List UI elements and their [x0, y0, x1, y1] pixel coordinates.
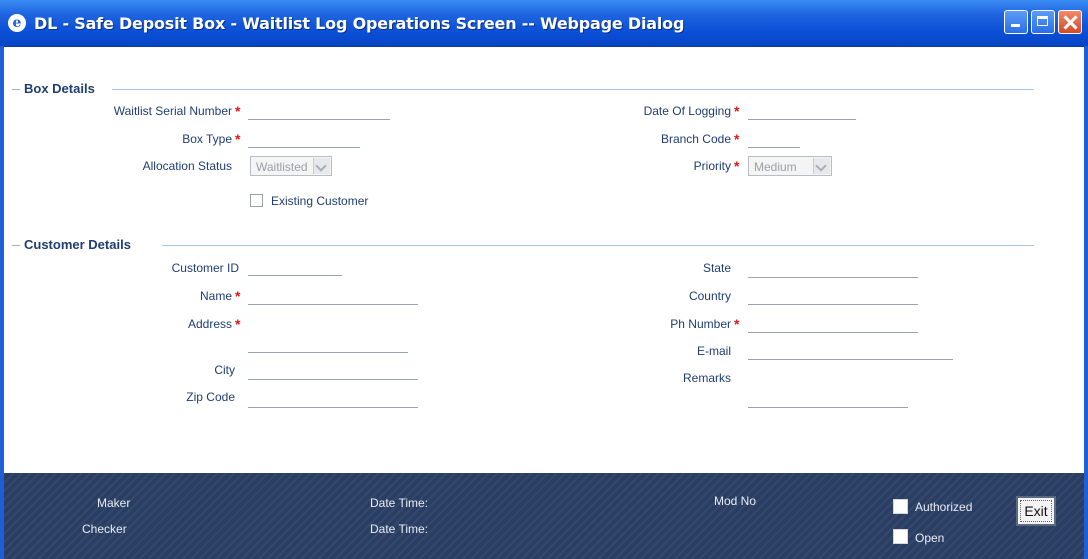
state-label: State	[702, 261, 731, 275]
required-marker: *	[235, 316, 241, 332]
remarks-label: Remarks	[682, 371, 731, 385]
state-input[interactable]	[748, 261, 918, 278]
checker-date-time-label: Date Time:	[370, 522, 429, 536]
priority-value: Medium	[754, 160, 797, 174]
ph-number-input[interactable]	[748, 316, 918, 333]
required-marker: *	[734, 316, 740, 332]
authorized-label: Authorized	[915, 500, 973, 514]
window-frame-right	[1084, 46, 1088, 559]
branch-code-input[interactable]	[748, 131, 800, 148]
ph-number-label: Ph Number	[670, 317, 731, 331]
priority-select[interactable]: Medium	[748, 156, 832, 176]
existing-customer-label: Existing Customer	[271, 194, 369, 208]
chevron-down-icon	[813, 158, 830, 174]
waitlist-serial-number-label: Waitlist Serial Number	[113, 104, 232, 118]
branch-code-label: Branch Code	[660, 132, 731, 146]
existing-customer-checkbox[interactable]	[250, 194, 263, 207]
date-of-logging-label: Date Of Logging	[643, 104, 731, 118]
box-details-divider	[112, 89, 1034, 90]
audit-footer	[4, 473, 1084, 559]
required-marker: *	[734, 103, 740, 119]
required-marker: *	[235, 131, 241, 147]
remarks-input[interactable]	[748, 391, 908, 408]
city-label: City	[214, 363, 235, 377]
zip-code-label: Zip Code	[186, 390, 235, 404]
date-of-logging-input[interactable]	[748, 103, 856, 120]
authorized-checkbox[interactable]	[893, 499, 908, 514]
allocation-status-value: Waitlisted	[256, 160, 308, 174]
priority-label: Priority	[693, 159, 731, 173]
required-marker: *	[235, 103, 241, 119]
city-input[interactable]	[248, 363, 418, 380]
customer-id-label: Customer ID	[171, 261, 239, 275]
box-type-label: Box Type	[182, 132, 232, 146]
ie-icon: e	[8, 14, 26, 32]
name-input[interactable]	[248, 288, 418, 305]
open-label: Open	[915, 531, 945, 545]
customer-details-header: Customer Details	[12, 237, 131, 252]
maximize-button[interactable]	[1031, 10, 1055, 34]
required-marker: *	[734, 158, 740, 174]
title-bar: e DL - Safe Deposit Box - Waitlist Log O…	[0, 0, 1088, 47]
required-marker: *	[734, 131, 740, 147]
window-title: DL - Safe Deposit Box - Waitlist Log Ope…	[34, 14, 685, 33]
box-type-input[interactable]	[248, 131, 360, 148]
close-button[interactable]	[1058, 10, 1082, 34]
open-checkbox[interactable]	[893, 529, 908, 544]
maker-date-time-label: Date Time:	[370, 496, 429, 510]
name-label: Name	[199, 289, 232, 303]
country-input[interactable]	[748, 288, 918, 305]
zip-code-input[interactable]	[248, 391, 418, 408]
allocation-status-select[interactable]: Waitlisted	[250, 156, 332, 176]
country-label: Country	[688, 289, 731, 303]
customer-details-divider	[162, 245, 1034, 246]
customer-id-input[interactable]	[248, 259, 342, 276]
address-label: Address	[187, 317, 232, 331]
mod-no-label: Mod No	[714, 494, 757, 508]
allocation-status-label: Allocation Status	[142, 159, 232, 173]
minimize-button[interactable]	[1004, 10, 1028, 34]
waitlist-serial-number-input[interactable]	[248, 103, 390, 120]
address-input[interactable]	[248, 336, 408, 353]
checker-label: Checker	[82, 522, 127, 536]
box-details-header: Box Details	[12, 81, 95, 96]
maker-label: Maker	[97, 496, 131, 510]
required-marker: *	[235, 288, 241, 304]
email-input[interactable]	[748, 343, 953, 360]
email-label: E-mail	[696, 344, 731, 358]
exit-button[interactable]: Exit	[1016, 496, 1056, 526]
chevron-down-icon	[313, 158, 330, 174]
